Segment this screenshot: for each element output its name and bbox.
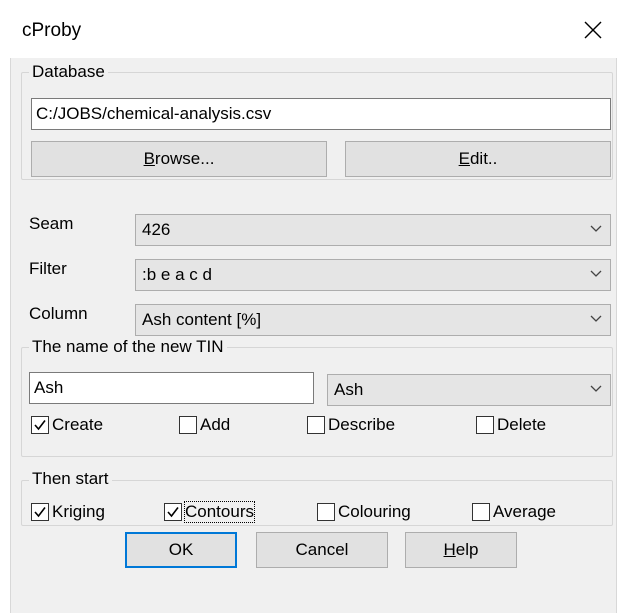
check-icon xyxy=(34,420,46,431)
seam-value: 426 xyxy=(142,220,171,239)
help-button[interactable]: Help xyxy=(405,532,517,568)
edit-button[interactable]: Edit.. xyxy=(345,141,611,177)
delete-label: Delete xyxy=(497,415,547,434)
chevron-down-icon xyxy=(590,225,602,232)
chevron-down-icon xyxy=(590,385,602,392)
seam-select[interactable]: 426 xyxy=(135,214,611,246)
contours-checkbox[interactable]: Contours xyxy=(164,500,255,524)
close-button[interactable] xyxy=(575,12,611,48)
ok-button[interactable]: OK xyxy=(125,532,237,568)
edit-access-key: E xyxy=(458,149,470,168)
tin-name-input[interactable]: Ash xyxy=(29,372,314,404)
column-select[interactable]: Ash content [%] xyxy=(135,304,611,336)
seam-label: Seam xyxy=(29,214,74,233)
kriging-label: Kriging xyxy=(52,502,105,521)
tin-select[interactable]: Ash xyxy=(327,374,611,406)
help-access-key: H xyxy=(443,540,456,559)
chevron-down-icon xyxy=(590,315,602,322)
tin-group-label: The name of the new TIN xyxy=(29,337,227,357)
describe-checkbox[interactable]: Describe xyxy=(307,413,395,437)
create-label: Create xyxy=(52,415,104,434)
column-label: Column xyxy=(29,304,88,323)
tin-select-value: Ash xyxy=(334,380,364,399)
chevron-down-icon xyxy=(590,270,602,277)
then-start-group-label: Then start xyxy=(29,469,112,489)
title-bar: cProby xyxy=(0,0,625,58)
contours-label: Contours xyxy=(184,501,255,523)
cancel-button[interactable]: Cancel xyxy=(256,532,388,568)
database-path-input[interactable]: C:/JOBS/chemical-analysis.csv xyxy=(31,98,611,130)
average-checkbox[interactable]: Average xyxy=(472,500,556,524)
dialog-body: Database C:/JOBS/chemical-analysis.csv B… xyxy=(10,58,617,613)
filter-select[interactable]: :b e a c d xyxy=(135,259,611,291)
close-icon xyxy=(584,21,602,39)
colouring-checkbox[interactable]: Colouring xyxy=(317,500,411,524)
check-icon xyxy=(34,507,46,518)
window-title: cProby xyxy=(22,20,82,41)
database-group-label: Database xyxy=(29,62,108,82)
filter-value: :b e a c d xyxy=(142,265,212,284)
average-label: Average xyxy=(493,502,557,521)
check-icon xyxy=(167,507,179,518)
filter-label: Filter xyxy=(29,259,67,278)
create-checkbox[interactable]: Create xyxy=(31,413,103,437)
add-checkbox[interactable]: Add xyxy=(179,413,230,437)
column-value: Ash content [%] xyxy=(142,310,262,329)
colouring-label: Colouring xyxy=(338,502,411,521)
delete-checkbox[interactable]: Delete xyxy=(476,413,546,437)
browse-button[interactable]: Browse... xyxy=(31,141,327,177)
browse-access-key: B xyxy=(143,149,155,168)
describe-label: Describe xyxy=(328,415,396,434)
add-label: Add xyxy=(200,415,231,434)
kriging-checkbox[interactable]: Kriging xyxy=(31,500,105,524)
